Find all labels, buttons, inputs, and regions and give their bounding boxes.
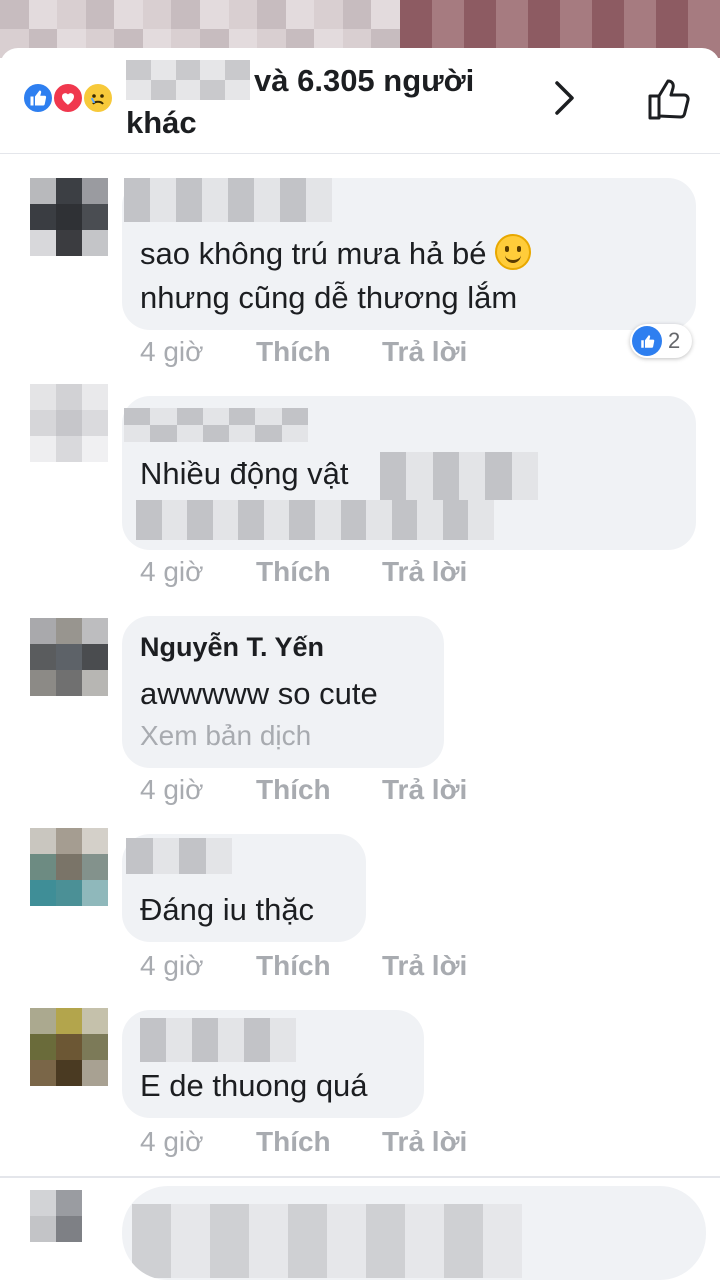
composer-divider xyxy=(0,1176,720,1178)
blurred-comment-text xyxy=(380,452,538,500)
like-button[interactable]: Thích xyxy=(256,774,382,806)
comment-text: E de thuong quá xyxy=(140,1068,368,1103)
comment-time[interactable]: 4 giờ xyxy=(140,774,256,806)
comment-time[interactable]: 4 giờ xyxy=(140,556,256,588)
blurred-author-name[interactable] xyxy=(140,1018,296,1062)
comment-text: Nhiều động vật xyxy=(140,456,349,491)
like-button[interactable]: Thích xyxy=(256,556,382,588)
comment-text: sao không trú mưa hả bé nhưng cũng dễ th… xyxy=(140,232,532,320)
comment-actions: 4 giờ Thích Trả lời xyxy=(140,774,467,806)
sad-icon xyxy=(82,82,114,114)
comment-actions: 4 giờ Thích Trả lời xyxy=(140,556,467,588)
comment-text: awwwww so cute xyxy=(140,676,378,711)
blurred-input-text xyxy=(132,1204,522,1278)
comment-author[interactable]: Nguyễn T. Yến xyxy=(140,632,324,663)
blurred-comment-text xyxy=(136,500,494,540)
comment-time[interactable]: 4 giờ xyxy=(140,336,256,368)
reply-button[interactable]: Trả lời xyxy=(382,1126,467,1158)
reactions-summary[interactable] xyxy=(22,82,122,116)
blurred-author-name[interactable] xyxy=(124,408,308,442)
thumbs-up-icon[interactable] xyxy=(646,76,692,122)
comment-time[interactable]: 4 giờ xyxy=(140,950,256,982)
like-icon xyxy=(632,326,662,356)
header-divider xyxy=(0,153,720,154)
reply-button[interactable]: Trả lời xyxy=(382,556,467,588)
smiling-face-icon xyxy=(495,234,532,270)
like-button[interactable]: Thích xyxy=(256,336,382,368)
comment-time[interactable]: 4 giờ xyxy=(140,1126,256,1158)
reply-button[interactable]: Trả lời xyxy=(382,774,467,806)
reactors-text[interactable]: và 6.305 người khác xyxy=(126,60,526,144)
comment-actions: 4 giờ Thích Trả lời xyxy=(140,1126,467,1158)
like-button[interactable]: Thích xyxy=(256,1126,382,1158)
avatar[interactable] xyxy=(30,178,108,256)
like-button[interactable]: Thích xyxy=(256,950,382,982)
blurred-author-name[interactable] xyxy=(124,178,332,222)
avatar[interactable] xyxy=(30,828,108,906)
love-icon xyxy=(52,82,84,114)
like-icon xyxy=(22,82,54,114)
comment-actions: 4 giờ Thích Trả lời xyxy=(140,950,467,982)
avatar[interactable] xyxy=(30,618,108,696)
comment-actions: 4 giờ Thích Trả lời xyxy=(140,336,467,368)
reply-button[interactable]: Trả lời xyxy=(382,950,467,982)
chevron-right-icon[interactable] xyxy=(552,78,588,120)
blurred-author-name[interactable] xyxy=(126,838,232,874)
see-translation-link[interactable]: Xem bản dịch xyxy=(140,720,311,752)
avatar[interactable] xyxy=(30,384,108,462)
comment-text: Đáng iu thặc xyxy=(140,892,315,927)
avatar xyxy=(30,1190,82,1242)
comment-input[interactable] xyxy=(122,1186,706,1280)
reply-button[interactable]: Trả lời xyxy=(382,336,467,368)
avatar[interactable] xyxy=(30,1008,108,1086)
reaction-count-badge[interactable]: 2 xyxy=(630,324,692,358)
